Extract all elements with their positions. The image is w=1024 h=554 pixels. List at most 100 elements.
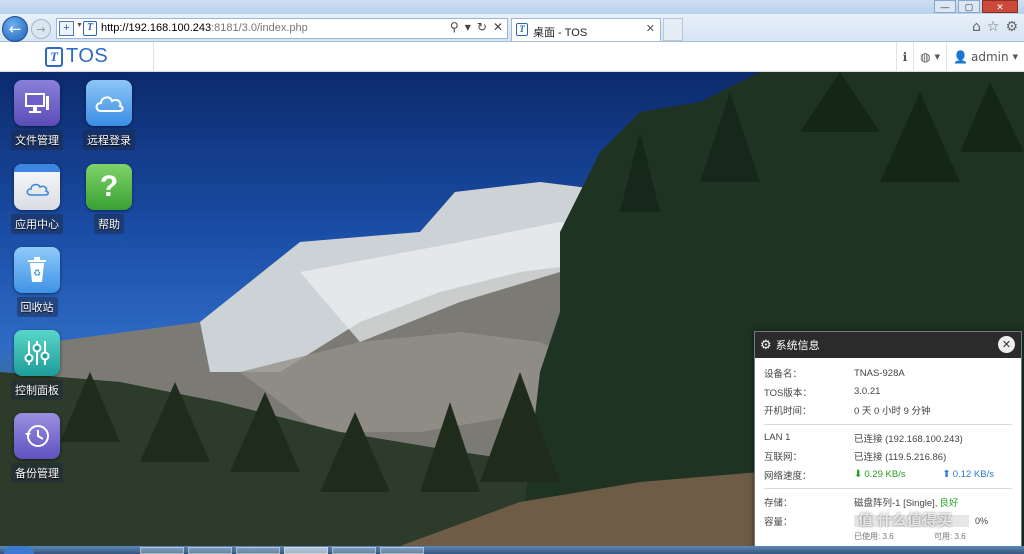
- url-text[interactable]: http://192.168.100.243:8181/3.0/index.ph…: [101, 22, 308, 34]
- internet-label: 互联网：: [764, 452, 803, 464]
- taskbar: [0, 546, 1024, 554]
- app-backup-manager[interactable]: 备份管理: [6, 413, 68, 483]
- info-row-internet: 互联网： 已连接 (119.5.216.86): [764, 447, 1012, 466]
- tab-title: 桌面 - TOS: [533, 27, 588, 39]
- clock-backup-icon: [14, 413, 60, 459]
- info-button[interactable]: ℹ: [895, 42, 914, 72]
- app-label: 文件管理: [11, 130, 63, 150]
- uptime-value: 0 天 0 小时 9 分钟: [854, 406, 931, 418]
- svg-text:♻: ♻: [33, 269, 41, 279]
- device-label: 设备名：: [764, 369, 803, 381]
- device-value: TNAS-928A: [854, 367, 905, 379]
- internet-value: 已连接 (119.5.216.86): [854, 452, 947, 464]
- app-recycle-bin[interactable]: ♻ 回收站: [6, 247, 68, 317]
- chevron-down-icon: ▼: [934, 53, 941, 61]
- chevron-down-icon[interactable]: ▼: [76, 22, 83, 29]
- globe-icon: ◍: [920, 50, 931, 64]
- lan-value: 已连接 (192.168.100.243): [854, 433, 963, 445]
- address-tools: ⚲ ▼ ↻ ✕: [450, 20, 503, 36]
- taskbar-item[interactable]: [140, 547, 184, 554]
- divider: [764, 423, 1012, 425]
- download-arrow-icon: ⬇: [854, 469, 863, 481]
- speed-label: 网络速度：: [764, 470, 812, 482]
- close-icon[interactable]: ✕: [998, 336, 1015, 353]
- info-row-uptime: 开机时间： 0 天 0 小时 9 分钟: [764, 401, 1012, 420]
- browser-tab[interactable]: T 桌面 - TOS ✕: [511, 18, 661, 41]
- info-row-speed: 网络速度： ⬇ 0.29 KB/s ⬆ 0.12 KB/s: [764, 466, 1012, 485]
- capacity-label: 容量：: [764, 517, 793, 528]
- back-button[interactable]: ←: [2, 16, 28, 42]
- app-label: 帮助: [94, 214, 124, 234]
- browser-titlebar: — ▢ ✕: [0, 0, 1024, 14]
- stop-icon[interactable]: ✕: [493, 20, 503, 36]
- taskbar-item[interactable]: [332, 547, 376, 554]
- minimize-button[interactable]: —: [934, 0, 956, 13]
- language-button[interactable]: ◍ ▼: [913, 42, 946, 72]
- capacity-percent: 0%: [975, 516, 989, 526]
- shopping-bag-icon: [14, 164, 60, 210]
- refresh-icon[interactable]: ↻: [477, 20, 487, 36]
- compat-shield-icon[interactable]: +: [59, 21, 74, 36]
- window-controls: — ▢ ✕: [934, 0, 1018, 13]
- home-icon[interactable]: ⌂: [972, 19, 981, 35]
- divider: [153, 42, 154, 72]
- app-file-manager[interactable]: 文件管理: [6, 80, 68, 150]
- browser-navbar: ← → + ▼ T http://192.168.100.243:8181/3.…: [0, 14, 1024, 42]
- info-icon: ℹ: [902, 50, 908, 64]
- tos-header: T TOS ℹ ◍ ▼ 👤 admin ▼: [0, 42, 1024, 72]
- app-remote-login[interactable]: 远程登录: [78, 80, 140, 150]
- arrow-right-icon: →: [36, 22, 46, 36]
- system-info-titlebar[interactable]: ⚙ 系统信息 ✕: [755, 332, 1021, 358]
- forward-button[interactable]: →: [31, 19, 51, 39]
- divider: [764, 488, 1012, 489]
- gear-icon[interactable]: ⚙: [1005, 19, 1018, 35]
- info-row-device: 设备名： TNAS-928A: [764, 364, 1012, 383]
- tos-logo-icon: T: [45, 46, 63, 67]
- cloud-icon: [86, 80, 132, 126]
- tos-logo-text: TOS: [66, 45, 109, 67]
- username: admin: [971, 50, 1009, 64]
- uptime-label: 开机时间：: [764, 406, 812, 418]
- storage-value: 磁盘阵列-1 [Single],: [854, 498, 938, 510]
- app-label: 备份管理: [11, 463, 63, 483]
- upload-arrow-icon: ⬆: [942, 469, 951, 481]
- app-app-center[interactable]: 应用中心: [6, 164, 68, 234]
- info-row-capacity-detail: 已使用: 3.6 可用: 3.6: [764, 531, 1012, 543]
- window-title: 系统信息: [775, 340, 820, 352]
- info-row-version: TOS版本： 3.0.21: [764, 383, 1012, 402]
- start-button[interactable]: [4, 546, 34, 554]
- status-badge: 良好: [939, 498, 959, 510]
- taskbar-item[interactable]: [380, 547, 424, 554]
- monitor-icon: [14, 80, 60, 126]
- question-icon: ?: [86, 164, 132, 210]
- upload-speed: 0.12 KB/s: [952, 469, 994, 481]
- tos-logo[interactable]: T TOS: [45, 45, 108, 68]
- app-label: 应用中心: [11, 214, 63, 234]
- tab-close-icon[interactable]: ✕: [646, 22, 655, 35]
- recycle-bin-icon: ♻: [14, 247, 60, 293]
- user-menu[interactable]: 👤 admin ▼: [946, 42, 1024, 72]
- star-icon[interactable]: ☆: [987, 19, 1000, 35]
- info-row-lan: LAN 1 已连接 (192.168.100.243): [764, 429, 1012, 448]
- app-label: 控制面板: [11, 380, 63, 400]
- taskbar-item[interactable]: [188, 547, 232, 554]
- gear-icon: ⚙: [760, 337, 772, 353]
- app-control-panel[interactable]: 控制面板: [6, 330, 68, 400]
- app-label: 回收站: [16, 297, 58, 317]
- app-help[interactable]: ? 帮助: [78, 164, 140, 234]
- address-bar[interactable]: + ▼ T http://192.168.100.243:8181/3.0/in…: [56, 18, 508, 39]
- lan-label: LAN 1: [764, 432, 791, 444]
- header-actions: ℹ ◍ ▼ 👤 admin ▼: [895, 42, 1024, 72]
- close-window-button[interactable]: ✕: [982, 0, 1018, 13]
- storage-label: 存储：: [764, 498, 793, 510]
- maximize-button[interactable]: ▢: [958, 0, 980, 13]
- search-icon[interactable]: ⚲: [450, 20, 459, 36]
- taskbar-item[interactable]: [236, 547, 280, 554]
- browser-tools: ⌂ ☆ ⚙: [972, 19, 1018, 35]
- taskbar-item[interactable]: [284, 547, 328, 554]
- download-speed: 0.29 KB/s: [864, 469, 906, 481]
- dropdown-icon[interactable]: ▼: [465, 20, 471, 36]
- version-value: 3.0.21: [854, 386, 881, 398]
- app-label: 远程登录: [83, 130, 135, 150]
- new-tab-button[interactable]: [663, 18, 683, 41]
